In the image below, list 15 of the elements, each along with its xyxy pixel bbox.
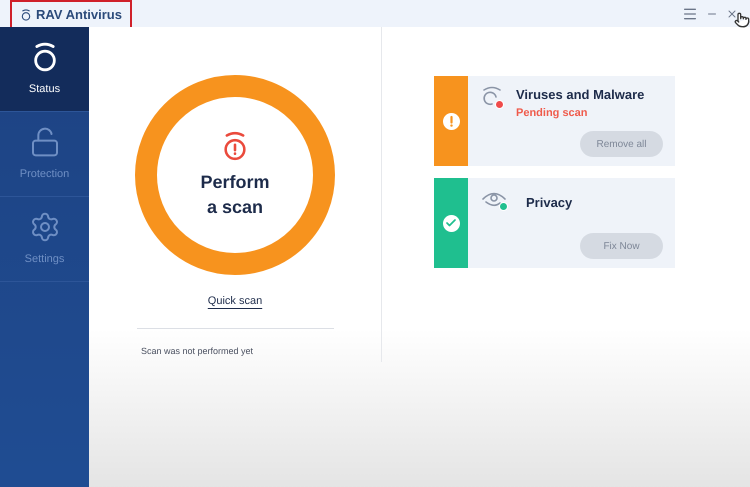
card-title: Privacy: [526, 194, 572, 212]
alert-icon: [442, 112, 460, 130]
card-status: Pending scan: [516, 106, 589, 120]
quick-scan-link[interactable]: Quick scan: [208, 293, 262, 310]
check-icon: [442, 214, 460, 232]
logo-icon: [20, 8, 32, 20]
menu-icon[interactable]: [682, 6, 698, 22]
scan-title: Perform a scan: [200, 171, 270, 219]
scan-note: Scan was not performed yet: [141, 344, 254, 358]
card-title: Viruses and Malware: [516, 86, 644, 104]
sidebar-item[interactable]: Status: [0, 27, 89, 112]
radar-icon: [480, 85, 504, 109]
hand-cursor-icon: [734, 10, 750, 30]
close-icon[interactable]: [726, 8, 738, 20]
scan-ring[interactable]: Perform a scan: [135, 75, 335, 275]
